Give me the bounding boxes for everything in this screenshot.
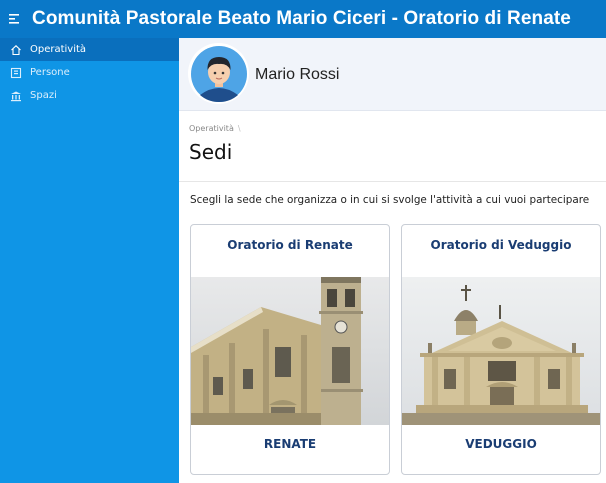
home-icon — [9, 43, 23, 57]
user-header: Mario Rossi — [179, 38, 606, 111]
sidebar: Operatività Persone Spazi — [0, 38, 179, 483]
page-subtitle: Scegli la sede che organizza o in cui si… — [190, 194, 590, 206]
top-bar: Comunità Pastorale Beato Mario Ciceri - … — [0, 0, 606, 38]
sidebar-item-label: Persone — [30, 67, 70, 78]
divider — [179, 181, 606, 182]
building-icon — [9, 89, 23, 103]
sede-button-veduggio[interactable]: VEDUGGIO — [402, 437, 600, 451]
sidebar-item-operativita[interactable]: Operatività — [0, 38, 179, 61]
user-avatar-icon[interactable] — [188, 43, 249, 104]
person-card-icon — [9, 66, 23, 80]
menu-icon[interactable] — [4, 0, 26, 38]
breadcrumb: Operatività \ — [189, 124, 241, 133]
page-title: Sedi — [189, 140, 233, 164]
sidebar-item-persone[interactable]: Persone — [0, 61, 179, 84]
sidebar-item-label: Spazi — [30, 90, 57, 101]
sede-card-veduggio[interactable]: Oratorio di Veduggio VEDUGGIO — [401, 224, 601, 475]
sede-card-title: Oratorio di Renate — [227, 238, 353, 252]
sede-card-title: Oratorio di Veduggio — [430, 238, 572, 252]
breadcrumb-item[interactable]: Operatività — [189, 124, 234, 133]
user-name: Mario Rossi — [255, 66, 340, 83]
sidebar-item-label: Operatività — [30, 44, 87, 55]
app-title: Comunità Pastorale Beato Mario Ciceri - … — [32, 8, 571, 29]
sede-button-renate[interactable]: RENATE — [191, 437, 389, 451]
sidebar-item-spazi[interactable]: Spazi — [0, 84, 179, 107]
church-photo-veduggio — [402, 277, 600, 425]
breadcrumb-separator: \ — [237, 124, 241, 133]
sede-card-renate[interactable]: Oratorio di Renate RENATE — [190, 224, 390, 475]
church-photo-renate — [191, 277, 389, 425]
